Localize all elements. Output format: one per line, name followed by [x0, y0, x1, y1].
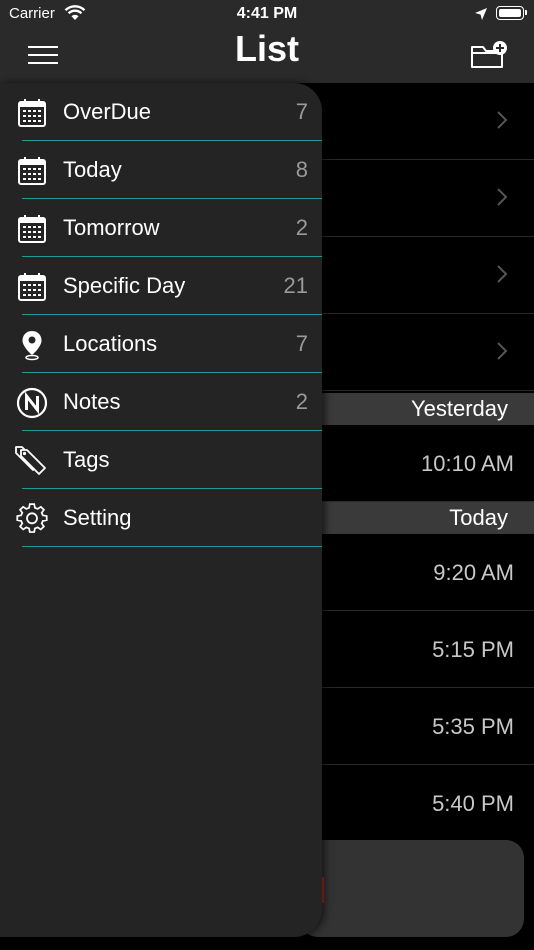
menu-item-count: 21 — [283, 273, 308, 298]
chevron-right-icon — [497, 265, 508, 283]
nav-bar: List — [0, 28, 534, 83]
hamburger-menu-icon[interactable] — [28, 46, 58, 64]
menu-item-count: 7 — [295, 99, 308, 124]
menu-item-tomorrow[interactable]: Tomorrow 2 — [0, 199, 322, 257]
chevron-right-icon — [497, 342, 508, 360]
menu-item-label: Locations — [63, 331, 158, 356]
status-bar: Carrier 4:41 PM — [0, 0, 534, 28]
divider — [22, 546, 322, 547]
folder-add-icon[interactable] — [469, 40, 509, 70]
menu-item-specific-day[interactable]: Specific Day 21 — [0, 257, 322, 315]
reminder-time: 5:35 PM — [432, 714, 514, 739]
menu-item-locations[interactable]: Locations 7 — [0, 315, 322, 373]
chevron-right-icon — [497, 188, 508, 206]
chevron-right-icon — [497, 111, 508, 129]
menu-item-label: Tags — [63, 447, 110, 472]
menu-item-label: OverDue — [63, 99, 152, 124]
reminder-time: 5:15 PM — [432, 637, 514, 662]
calendar-icon — [18, 215, 46, 243]
calendar-icon — [18, 99, 46, 127]
menu-item-label: Notes — [63, 389, 121, 414]
reminder-time: 5:40 PM — [432, 791, 514, 816]
menu-item-today[interactable]: Today 8 — [0, 141, 322, 199]
tags-icon — [15, 446, 46, 475]
menu-item-label: Today — [63, 157, 122, 182]
bottom-panel — [300, 840, 524, 937]
menu-item-count: 2 — [295, 389, 308, 414]
status-time: 4:41 PM — [236, 5, 298, 22]
menu-item-count: 2 — [295, 215, 308, 240]
menu-item-notes[interactable]: Notes 2 — [0, 373, 322, 431]
side-menu: OverDue 7 Today 8 Tomorrow 2 Specific Da… — [0, 83, 322, 937]
reminder-time: 9:20 AM — [433, 560, 514, 585]
battery-icon — [496, 6, 527, 20]
location-pin-icon — [22, 331, 42, 361]
calendar-icon — [18, 157, 46, 185]
menu-item-setting[interactable]: Setting — [0, 489, 322, 547]
menu-item-label: Setting — [63, 505, 132, 530]
menu-item-label: Specific Day — [63, 273, 186, 298]
location-arrow-icon — [475, 8, 487, 20]
page-title: List — [234, 28, 299, 69]
reminder-time: 10:10 AM — [421, 451, 514, 476]
section-label: Yesterday — [410, 396, 508, 421]
menu-item-label: Tomorrow — [63, 215, 160, 240]
section-label: Today — [449, 505, 508, 530]
gear-icon — [16, 503, 48, 533]
menu-item-count: 7 — [295, 331, 308, 356]
calendar-icon — [18, 273, 46, 301]
menu-item-tags[interactable]: Tags — [0, 431, 322, 489]
notes-n-icon — [16, 387, 48, 419]
menu-item-count: 8 — [295, 157, 308, 182]
menu-item-overdue[interactable]: OverDue 7 — [0, 83, 322, 141]
